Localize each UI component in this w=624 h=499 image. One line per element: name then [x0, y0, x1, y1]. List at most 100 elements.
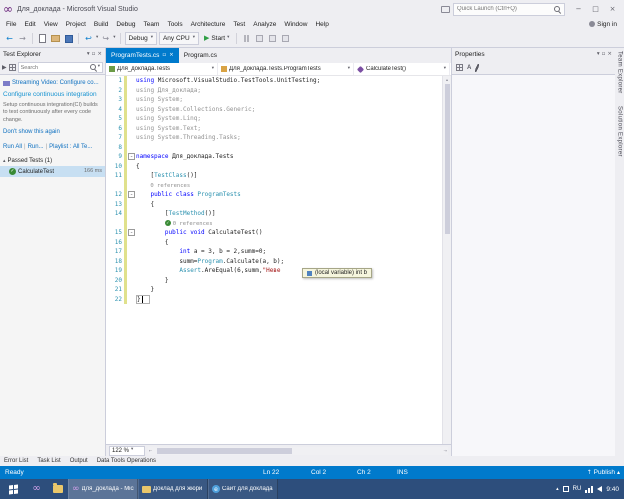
breadcrumb-2[interactable]: Для_доклада.Tests.ProgramTests▾ — [218, 63, 354, 75]
collapse-icon[interactable]: - — [128, 153, 135, 160]
start-debug-button[interactable]: ▶ Start ▾ — [201, 32, 232, 45]
taskbar-window-1[interactable]: ∞Для_доклада - Micr... — [68, 479, 138, 499]
code-line[interactable]: 13 { — [106, 200, 442, 210]
bottom-tab-3[interactable]: Output — [70, 458, 88, 464]
code-line[interactable]: 15- public void CalculateTest() — [106, 228, 442, 238]
run-all-link[interactable]: Run All — [3, 143, 22, 151]
code-line[interactable]: 22} — [106, 295, 442, 305]
code-line[interactable]: 7using System.Threading.Tasks; — [106, 133, 442, 143]
taskbar-window-3[interactable]: eСайт для доклада п... — [208, 479, 278, 499]
codelens-row[interactable]: 0 references — [106, 181, 442, 191]
toolbar-button[interactable] — [280, 32, 291, 45]
clock[interactable]: 9:40 — [606, 486, 619, 493]
code-line[interactable]: 12- public class ProgramTests — [106, 190, 442, 200]
code-line[interactable]: 19 Assert.AreEqual(6,summ,"Неве — [106, 266, 442, 276]
test-list-item[interactable]: ✓CalculateTest166 ms — [0, 166, 105, 177]
code-line[interactable]: 4using System.Collections.Generic; — [106, 105, 442, 115]
test-explorer-header[interactable]: Test Explorer ▾ ▫ × — [0, 48, 105, 61]
start-button[interactable] — [0, 479, 26, 499]
test-search-input[interactable] — [21, 65, 89, 71]
test-group-header[interactable]: ▴ Passed Tests (1) — [0, 157, 105, 165]
menu-item-debug[interactable]: Debug — [112, 21, 139, 28]
undo-dropdown-icon[interactable]: ▾ — [96, 36, 98, 41]
breadcrumb-1[interactable]: Для_доклада.Tests▾ — [106, 63, 218, 75]
alphabetical-icon[interactable]: A — [467, 65, 471, 71]
zoom-control[interactable]: 122 % ▾ — [109, 446, 145, 456]
code-line[interactable]: 18 summ=Program.Calculate(a, b); — [106, 257, 442, 267]
menu-item-view[interactable]: View — [40, 21, 62, 28]
code-line[interactable]: 5using System.Linq; — [106, 114, 442, 124]
debug-target-dropdown[interactable]: Debug ▾ — [125, 32, 157, 45]
action-center-icon[interactable] — [563, 486, 569, 492]
menu-item-analyze[interactable]: Analyze — [249, 21, 280, 28]
code-line[interactable]: 10{ — [106, 162, 442, 172]
pin-icon[interactable]: ▫ — [92, 52, 96, 58]
code-line[interactable]: 17 int a = 3, b = 2,summ=0; — [106, 247, 442, 257]
properties-header[interactable]: Properties ▾ ▫ × — [452, 48, 615, 61]
maximize-button[interactable]: □ — [587, 2, 604, 17]
code-line[interactable]: 16 { — [106, 238, 442, 248]
menu-item-tools[interactable]: Tools — [163, 21, 186, 28]
code-line[interactable]: 20 } — [106, 276, 442, 286]
code-line[interactable]: 8 — [106, 143, 442, 153]
quick-launch[interactable] — [453, 3, 565, 16]
platform-dropdown[interactable]: Any CPU ▾ — [159, 32, 199, 45]
code-line[interactable]: 2using Для_доклада; — [106, 86, 442, 96]
codelens-row[interactable]: ✓0 references — [106, 219, 442, 229]
code-line[interactable]: 21 } — [106, 285, 442, 295]
bottom-tab-2[interactable]: Task List — [37, 458, 60, 464]
collapse-icon[interactable]: - — [128, 229, 135, 236]
vertical-scrollbar[interactable]: ▴ — [442, 76, 451, 444]
run-tests-icon[interactable]: ▶ — [2, 65, 7, 71]
minimize-button[interactable]: − — [570, 2, 587, 17]
scroll-up-icon[interactable]: ▴ — [446, 76, 448, 83]
scroll-right-icon[interactable]: → — [444, 449, 447, 453]
sign-in-button[interactable]: Sign in — [589, 21, 617, 28]
network-icon[interactable] — [585, 486, 593, 493]
menu-item-build[interactable]: Build — [90, 21, 112, 28]
menu-item-project[interactable]: Project — [62, 21, 90, 28]
new-file-button[interactable] — [37, 32, 48, 45]
undo-button[interactable]: ↩ — [83, 32, 94, 45]
collapse-icon[interactable]: - — [128, 191, 135, 198]
scroll-left-icon[interactable]: ← — [149, 449, 152, 453]
code-line[interactable]: 14 [TestMethod()] — [106, 209, 442, 219]
scrollbar-thumb[interactable] — [445, 84, 450, 234]
code-line[interactable]: 1using Microsoft.VisualStudio.TestTools.… — [106, 76, 442, 86]
volume-icon[interactable] — [597, 486, 602, 492]
editor-tab-2[interactable]: Program.cs — [179, 48, 222, 63]
menu-item-window[interactable]: Window — [280, 21, 311, 28]
close-button[interactable]: × — [604, 2, 621, 17]
categorized-icon[interactable] — [456, 64, 463, 71]
menu-item-help[interactable]: Help — [311, 21, 332, 28]
group-by-icon[interactable] — [9, 64, 16, 71]
breadcrumb-3[interactable]: CalculateTest()▾ — [354, 63, 450, 75]
scrollbar-thumb[interactable] — [157, 448, 292, 454]
bottom-tab-4[interactable]: Data Tools Operations — [97, 458, 156, 464]
navigate-back-button[interactable]: ← — [4, 32, 15, 45]
language-indicator[interactable]: RU — [573, 486, 582, 492]
editor-tab-1[interactable]: ProgramTests.cs▫× — [106, 48, 179, 63]
hidden-icons-button[interactable]: ▴ — [556, 487, 559, 492]
bottom-tab-1[interactable]: Error List — [4, 458, 28, 464]
code-line[interactable]: 3using System; — [106, 95, 442, 105]
menu-item-test[interactable]: Test — [229, 21, 249, 28]
toolbar-button[interactable] — [267, 32, 278, 45]
toolbar-button[interactable] — [254, 32, 265, 45]
close-icon[interactable]: × — [97, 52, 102, 58]
menu-item-file[interactable]: File — [2, 21, 20, 28]
menu-item-team[interactable]: Team — [140, 21, 164, 28]
menu-item-edit[interactable]: Edit — [20, 21, 39, 28]
events-icon[interactable] — [475, 64, 479, 72]
pinned-vs-button[interactable]: ∞ — [26, 479, 47, 499]
streaming-video-link[interactable]: Streaming Video: Configure co... — [3, 79, 102, 87]
run-link[interactable]: Run... — [28, 143, 44, 151]
configure-ci-link[interactable]: Configure continuous integration — [3, 91, 102, 100]
break-all-button[interactable] — [241, 32, 252, 45]
taskbar-window-2[interactable]: Доклад для жюри — [138, 479, 208, 499]
playlist-link[interactable]: Playlist : All Te... — [49, 143, 92, 151]
dismiss-link[interactable]: Don't show this again — [3, 128, 102, 136]
open-file-button[interactable] — [50, 32, 61, 45]
feedback-icon[interactable] — [441, 6, 450, 13]
side-tab-1[interactable]: Team Explorer — [617, 51, 623, 94]
